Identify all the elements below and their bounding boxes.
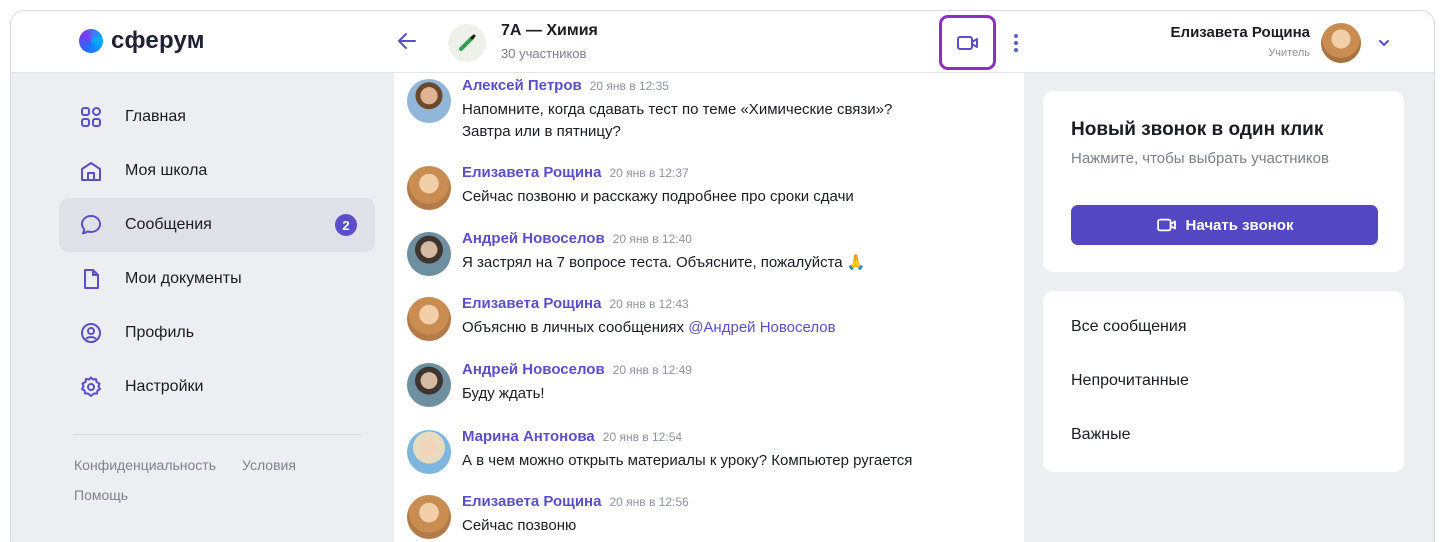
message-author[interactable]: Елизавета Рощина bbox=[462, 493, 601, 510]
message: Марина Антонова 20 янв в 12:54 А в чем м… bbox=[407, 428, 912, 474]
message-text-line: А в чем можно открыть материалы к уроку?… bbox=[462, 452, 913, 469]
new-call-title: Новый звонок в один клик bbox=[1071, 119, 1324, 140]
user-avatar[interactable] bbox=[1321, 23, 1361, 63]
message-author[interactable]: Елизавета Рощина bbox=[462, 164, 601, 181]
message: Елизавета Рощина 20 янв в 12:56 Сейчас п… bbox=[407, 493, 689, 539]
chat-bubble-icon bbox=[79, 213, 103, 237]
message-text-line: Сейчас позвоню bbox=[462, 517, 577, 534]
start-call-label: Начать звонок bbox=[1185, 216, 1294, 234]
sidebar-nav: Главная Моя школа Сообщения 2 Мои докуме… bbox=[59, 90, 375, 414]
message-list: Алексей Петров 20 янв в 12:35 Напомните,… bbox=[394, 73, 1024, 542]
message-time: 20 янв в 12:43 bbox=[609, 297, 689, 311]
message-author[interactable]: Марина Антонова bbox=[462, 428, 595, 445]
user-role: Учитель bbox=[1268, 47, 1310, 59]
help-link[interactable]: Помощь bbox=[74, 487, 128, 503]
school-icon bbox=[79, 159, 103, 183]
message-time: 20 янв в 12:54 bbox=[602, 430, 683, 444]
profile-icon bbox=[79, 321, 103, 345]
top-bar: сферум 7А — Химия 30 участников Елизавет… bbox=[11, 11, 1434, 73]
sidebar-item-label: Профиль bbox=[125, 324, 195, 341]
video-camera-icon bbox=[1156, 218, 1176, 232]
message-text-line: Напомните, когда сдавать тест по теме «Х… bbox=[462, 101, 893, 118]
sidebar-item-label: Настройки bbox=[125, 378, 204, 395]
sidebar-footer: Конфиденциальность Условия Помощь bbox=[74, 457, 296, 517]
message: Андрей Новоселов 20 янв в 12:49 Буду жда… bbox=[407, 361, 692, 407]
dot bbox=[1014, 41, 1018, 45]
brand-logo[interactable]: сферум bbox=[79, 27, 205, 55]
chat-avatar[interactable] bbox=[448, 24, 486, 62]
mention-link[interactable]: @Андрей Новоселов bbox=[688, 319, 835, 336]
chat-title[interactable]: 7А — Химия bbox=[501, 22, 598, 40]
home-grid-icon bbox=[79, 105, 103, 129]
message-time: 20 янв в 12:35 bbox=[589, 79, 669, 93]
sidebar-item-school[interactable]: Моя школа bbox=[59, 144, 375, 198]
message-text-line: Завтра или в пятницу? bbox=[462, 123, 621, 140]
message: Елизавета Рощина 20 янв в 12:43 Объясню … bbox=[407, 295, 836, 341]
sferum-logo-icon bbox=[79, 29, 103, 53]
message-time: 20 янв в 12:37 bbox=[609, 166, 689, 180]
message-time: 20 янв в 12:49 bbox=[612, 363, 692, 377]
divider bbox=[73, 434, 361, 435]
brand-name: сферум bbox=[111, 27, 205, 54]
avatar[interactable] bbox=[407, 495, 451, 539]
user-name[interactable]: Елизавета Рощина bbox=[1171, 24, 1310, 41]
avatar[interactable] bbox=[407, 232, 451, 276]
message-author[interactable]: Елизавета Рощина bbox=[462, 295, 601, 312]
message-filters: Все сообщения Непрочитанные Важные bbox=[1043, 291, 1404, 472]
message-time: 20 янв в 12:56 bbox=[609, 495, 689, 509]
more-options-icon[interactable] bbox=[1009, 31, 1023, 55]
chat-participants-count[interactable]: 30 участников bbox=[501, 46, 586, 61]
dot bbox=[1014, 48, 1018, 52]
avatar[interactable] bbox=[407, 79, 451, 123]
sidebar-item-documents[interactable]: Мои документы bbox=[59, 252, 375, 306]
dot bbox=[1014, 34, 1018, 38]
message-author[interactable]: Андрей Новоселов bbox=[462, 361, 605, 378]
video-call-button[interactable] bbox=[939, 15, 996, 70]
message-time: 20 янв в 12:40 bbox=[612, 232, 692, 246]
message: Андрей Новоселов 20 янв в 12:40 Я застря… bbox=[407, 230, 865, 276]
back-arrow-icon[interactable] bbox=[395, 29, 419, 53]
video-camera-icon bbox=[956, 35, 978, 50]
sidebar-item-home[interactable]: Главная bbox=[59, 90, 375, 144]
avatar[interactable] bbox=[407, 297, 451, 341]
message: Елизавета Рощина 20 янв в 12:37 Сейчас п… bbox=[407, 164, 854, 210]
message-text-line: Я застрял на 7 вопросе теста. Объясните,… bbox=[462, 254, 866, 271]
message-author[interactable]: Алексей Петров bbox=[462, 77, 582, 94]
unread-count-badge: 2 bbox=[335, 214, 357, 236]
filter-all-messages[interactable]: Все сообщения bbox=[1071, 318, 1186, 336]
avatar[interactable] bbox=[407, 166, 451, 210]
chevron-down-icon[interactable] bbox=[1376, 35, 1392, 51]
new-call-card: Новый звонок в один клик Нажмите, чтобы … bbox=[1043, 91, 1404, 272]
sidebar: Главная Моя школа Сообщения 2 Мои докуме… bbox=[11, 73, 394, 542]
new-call-subtitle[interactable]: Нажмите, чтобы выбрать участников bbox=[1071, 148, 1331, 170]
terms-link[interactable]: Условия bbox=[242, 457, 296, 473]
privacy-link[interactable]: Конфиденциальность bbox=[74, 457, 216, 473]
message-text-line: Буду ждать! bbox=[462, 385, 545, 402]
message-text: Объясню в личных сообщениях bbox=[462, 319, 685, 336]
sidebar-item-label: Мои документы bbox=[125, 270, 242, 287]
message-text-line: Сейчас позвоню и расскажу подробнее про … bbox=[462, 188, 854, 205]
avatar[interactable] bbox=[407, 430, 451, 474]
filter-important[interactable]: Важные bbox=[1071, 426, 1131, 444]
sidebar-item-label: Сообщения bbox=[125, 216, 212, 233]
app-window: сферум 7А — Химия 30 участников Елизавет… bbox=[10, 10, 1435, 542]
settings-icon bbox=[79, 375, 103, 399]
message: Алексей Петров 20 янв в 12:35 Напомните,… bbox=[407, 77, 892, 143]
message-author[interactable]: Андрей Новоселов bbox=[462, 230, 605, 247]
sidebar-item-settings[interactable]: Настройки bbox=[59, 360, 375, 414]
sidebar-item-label: Моя школа bbox=[125, 162, 208, 179]
filter-unread[interactable]: Непрочитанные bbox=[1071, 372, 1189, 390]
pencil-icon bbox=[459, 34, 476, 51]
avatar[interactable] bbox=[407, 363, 451, 407]
sidebar-item-label: Главная bbox=[125, 108, 186, 125]
message-text-line: Объясню в личных сообщениях @Андрей Ново… bbox=[462, 317, 836, 339]
start-call-button[interactable]: Начать звонок bbox=[1071, 205, 1378, 245]
sidebar-item-messages[interactable]: Сообщения 2 bbox=[59, 198, 375, 252]
document-icon bbox=[79, 267, 103, 291]
sidebar-item-profile[interactable]: Профиль bbox=[59, 306, 375, 360]
